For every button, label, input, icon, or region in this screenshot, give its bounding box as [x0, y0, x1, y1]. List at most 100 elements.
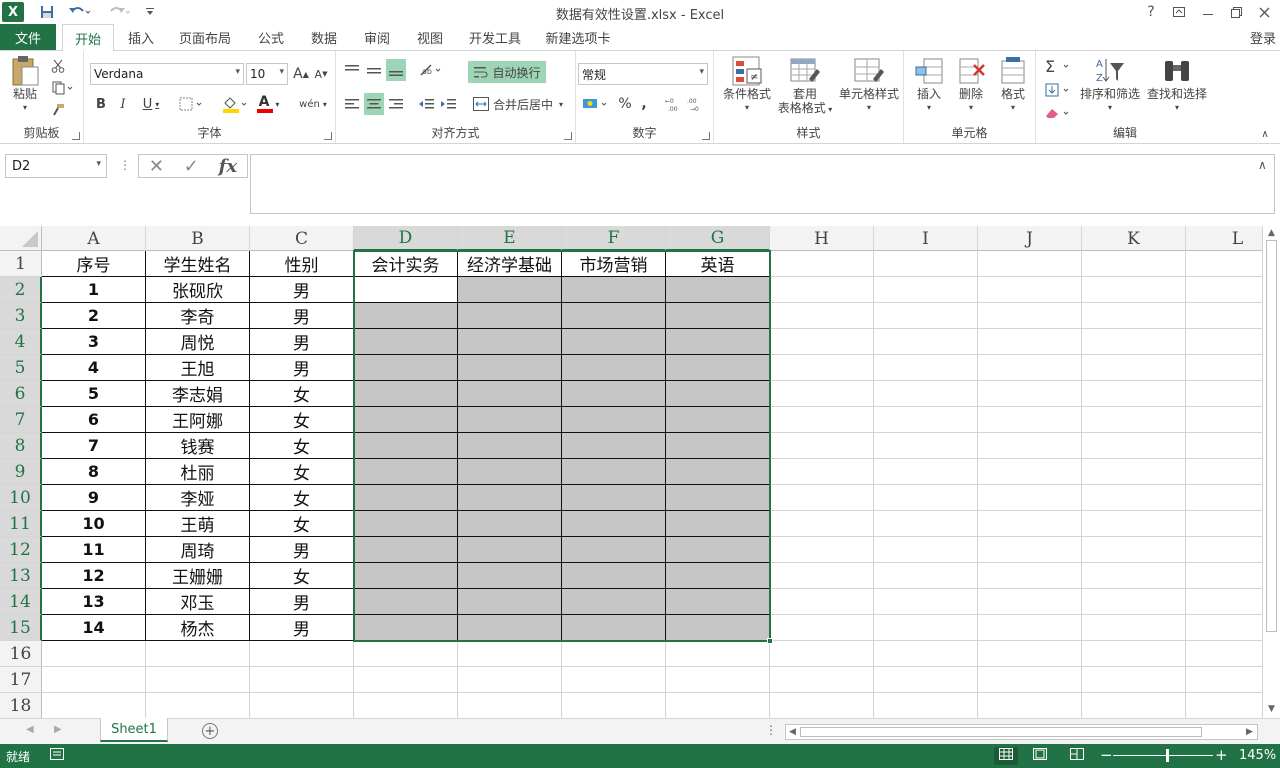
cell[interactable]: [666, 485, 770, 511]
cell[interactable]: [354, 589, 458, 615]
cell[interactable]: [458, 511, 562, 537]
cut-icon[interactable]: [48, 57, 68, 75]
cell[interactable]: [1082, 355, 1186, 381]
cell[interactable]: [666, 407, 770, 433]
cell[interactable]: [458, 693, 562, 718]
clipboard-launcher-icon[interactable]: [72, 132, 80, 140]
cell[interactable]: [458, 641, 562, 667]
gender-cell[interactable]: 男: [250, 303, 354, 329]
enter-icon[interactable]: ✓: [184, 156, 199, 177]
cell[interactable]: [770, 329, 874, 355]
zoom-slider[interactable]: [1113, 755, 1213, 756]
tab-new[interactable]: 新建选项卡: [540, 24, 616, 50]
cell[interactable]: [978, 303, 1082, 329]
cell[interactable]: [874, 485, 978, 511]
insert-cells-button[interactable]: 插入 ▾: [910, 55, 948, 123]
cell[interactable]: [770, 459, 874, 485]
name-cell[interactable]: 李志娟: [146, 381, 250, 407]
cell[interactable]: [1082, 537, 1186, 563]
seq-cell[interactable]: 5: [42, 381, 146, 407]
tab-home[interactable]: 开始: [62, 24, 114, 51]
cell[interactable]: [458, 563, 562, 589]
name-cell[interactable]: 钱赛: [146, 433, 250, 459]
gender-cell[interactable]: 女: [250, 381, 354, 407]
cell[interactable]: [1082, 641, 1186, 667]
cell[interactable]: [42, 641, 146, 667]
cell[interactable]: [354, 329, 458, 355]
cell[interactable]: [354, 563, 458, 589]
cell[interactable]: [1186, 407, 1262, 433]
fill-handle[interactable]: [767, 638, 773, 644]
row-header-15[interactable]: 15: [0, 615, 42, 641]
cell[interactable]: [1082, 667, 1186, 693]
increase-decimal-icon[interactable]: ←0.00: [664, 93, 684, 115]
page-break-view-icon[interactable]: [1070, 748, 1084, 764]
cell[interactable]: [562, 615, 666, 641]
row-header-10[interactable]: 10: [0, 485, 42, 511]
cell[interactable]: [770, 303, 874, 329]
align-bottom-icon[interactable]: [386, 59, 406, 81]
tab-developer[interactable]: 开发工具: [462, 24, 528, 50]
find-select-button[interactable]: 查找和选择 ▾: [1144, 55, 1210, 123]
cell[interactable]: [354, 433, 458, 459]
gender-cell[interactable]: 女: [250, 511, 354, 537]
cell[interactable]: [1186, 251, 1262, 277]
cell[interactable]: [978, 667, 1082, 693]
collapse-ribbon-icon[interactable]: ∧: [1258, 127, 1272, 141]
cell[interactable]: [562, 355, 666, 381]
column-header-h[interactable]: H: [770, 226, 874, 251]
restore-icon[interactable]: [1222, 0, 1250, 24]
cell[interactable]: [874, 589, 978, 615]
cell[interactable]: [978, 277, 1082, 303]
cell[interactable]: [354, 459, 458, 485]
cell[interactable]: [874, 563, 978, 589]
tab-splitter-icon[interactable]: ⋮: [765, 723, 777, 737]
column-header-e[interactable]: E: [458, 226, 562, 251]
select-all-button[interactable]: [0, 226, 42, 251]
cell[interactable]: [770, 537, 874, 563]
row-header-16[interactable]: 16: [0, 641, 42, 667]
header-cell[interactable]: 会计实务: [354, 251, 458, 277]
cell[interactable]: [42, 693, 146, 718]
cell[interactable]: [354, 615, 458, 641]
column-header-i[interactable]: I: [874, 226, 978, 251]
cell[interactable]: [666, 511, 770, 537]
cell[interactable]: [354, 641, 458, 667]
gender-cell[interactable]: 女: [250, 485, 354, 511]
cell[interactable]: [1186, 485, 1262, 511]
cell[interactable]: [978, 459, 1082, 485]
cell[interactable]: [1082, 589, 1186, 615]
zoom-in-icon[interactable]: +: [1215, 746, 1228, 764]
header-cell[interactable]: 学生姓名: [146, 251, 250, 277]
cell[interactable]: [770, 355, 874, 381]
cell[interactable]: [354, 537, 458, 563]
cancel-icon[interactable]: ✕: [149, 156, 164, 177]
shrink-font-button[interactable]: A ▼: [312, 63, 330, 85]
cell[interactable]: [770, 485, 874, 511]
cell[interactable]: [354, 407, 458, 433]
tab-formulas[interactable]: 公式: [250, 24, 292, 50]
gender-cell[interactable]: 女: [250, 433, 354, 459]
cell[interactable]: [458, 329, 562, 355]
row-header-7[interactable]: 7: [0, 407, 42, 433]
cell[interactable]: [1186, 433, 1262, 459]
ribbon-display-icon[interactable]: [1165, 0, 1193, 24]
cell[interactable]: [978, 693, 1082, 718]
cell[interactable]: [770, 251, 874, 277]
cell[interactable]: [978, 537, 1082, 563]
cell[interactable]: [1082, 693, 1186, 718]
cell[interactable]: [666, 433, 770, 459]
cell[interactable]: [874, 459, 978, 485]
cell[interactable]: [1082, 459, 1186, 485]
cell[interactable]: [146, 641, 250, 667]
cell[interactable]: [1186, 537, 1262, 563]
seq-cell[interactable]: 4: [42, 355, 146, 381]
gender-cell[interactable]: 女: [250, 459, 354, 485]
cell[interactable]: [978, 589, 1082, 615]
align-center-icon[interactable]: [364, 93, 384, 115]
orientation-icon[interactable]: ab: [416, 59, 446, 81]
cell[interactable]: [770, 407, 874, 433]
zoom-level[interactable]: 145%: [1239, 748, 1276, 763]
add-sheet-icon[interactable]: +: [202, 723, 218, 739]
cell[interactable]: [1186, 589, 1262, 615]
